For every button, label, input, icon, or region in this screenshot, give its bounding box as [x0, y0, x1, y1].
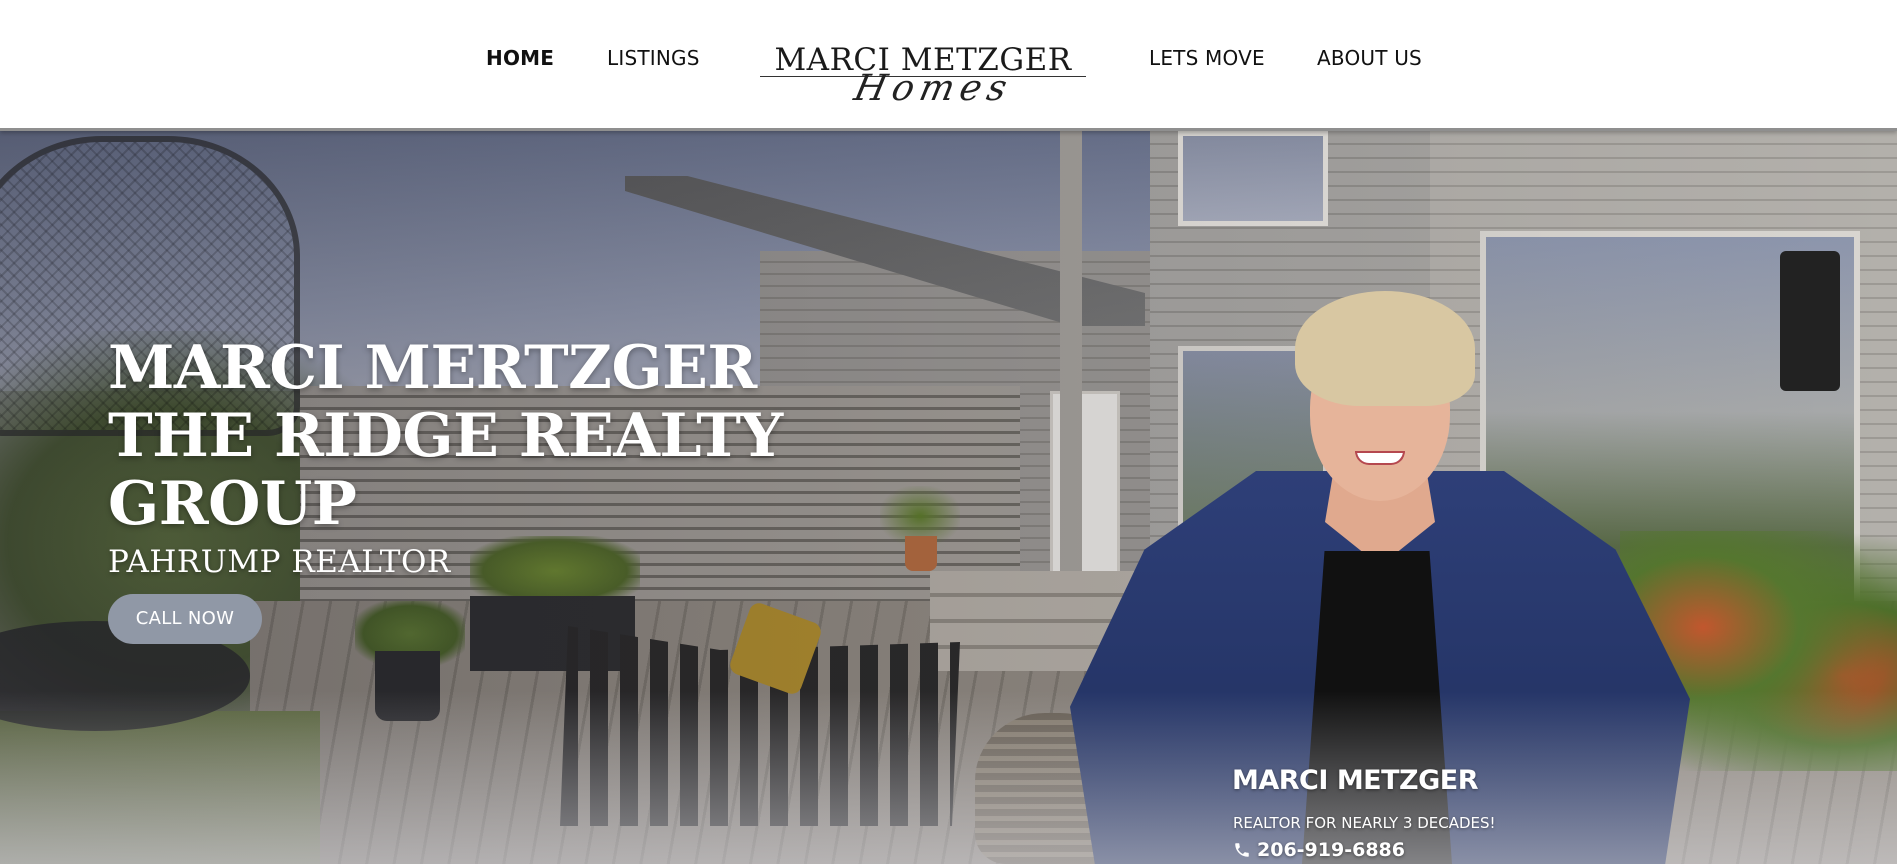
phone-icon	[1235, 843, 1249, 857]
agent-tagline: REALTOR FOR NEARLY 3 DECADES!	[1233, 814, 1496, 832]
agent-name: MARCI METZGER	[1232, 765, 1479, 796]
hero-section: MARCI MERTZGER THE RIDGE REALTY GROUP PA…	[0, 131, 1897, 864]
site-logo[interactable]: MARCI METZGER Homes	[760, 36, 1086, 112]
agent-phone-link[interactable]: 206-919-6886	[1233, 838, 1405, 862]
hero-title-line: THE RIDGE REALTY	[108, 401, 783, 471]
site-header: HOME LISTINGS MARCI METZGER Homes LETS M…	[0, 0, 1897, 131]
hero-title: MARCI MERTZGER THE RIDGE REALTY GROUP	[108, 334, 808, 538]
hero-title-line: GROUP	[108, 469, 357, 539]
agent-phone-number: 206-919-6886	[1257, 839, 1405, 861]
logo-script: Homes	[850, 68, 1017, 109]
nav-about-us[interactable]: ABOUT US	[1317, 46, 1422, 72]
call-now-button[interactable]: CALL NOW	[108, 594, 262, 644]
nav-listings[interactable]: LISTINGS	[607, 46, 700, 72]
realtor-smile	[1355, 451, 1405, 465]
hero-bottom-fade	[0, 691, 1897, 864]
hero-subtitle: PAHRUMP REALTOR	[108, 544, 451, 580]
realtor-hair	[1295, 291, 1475, 406]
hero-title-line: MARCI MERTZGER	[108, 333, 757, 403]
nav-lets-move[interactable]: LETS MOVE	[1149, 46, 1265, 72]
nav-home[interactable]: HOME	[486, 46, 554, 72]
